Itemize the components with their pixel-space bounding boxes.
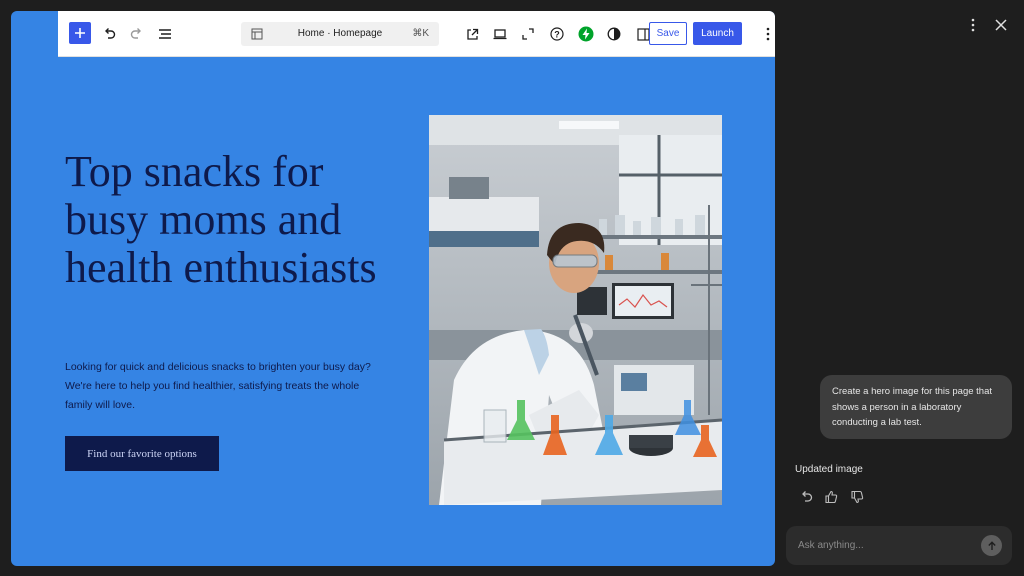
arrow-up-icon [987, 540, 996, 550]
svg-text:?: ? [554, 29, 560, 39]
undo-response-button[interactable] [798, 489, 814, 505]
performance-button[interactable] [574, 22, 598, 46]
bolt-icon [578, 26, 594, 42]
hero-description[interactable]: Looking for quick and delicious snacks t… [65, 358, 375, 415]
save-button[interactable]: Save [649, 22, 687, 45]
close-assistant-button[interactable] [993, 17, 1009, 33]
editor-toolbar: Home · Homepage ⌘K ? Save Launch [58, 11, 775, 57]
assistant-options-button[interactable] [965, 17, 981, 33]
redo-icon [130, 28, 141, 39]
send-message-button[interactable] [981, 535, 1002, 556]
more-vertical-icon [766, 27, 770, 41]
view-site-button[interactable] [460, 22, 484, 46]
help-icon: ? [550, 27, 564, 41]
assistant-response-label: Updated image [795, 464, 863, 475]
add-block-button[interactable] [69, 22, 91, 44]
expand-icon [522, 28, 534, 40]
device-preview-button[interactable] [488, 22, 512, 46]
plus-icon [75, 28, 85, 38]
close-icon [995, 19, 1007, 31]
hero-cta-button[interactable]: Find our favorite options [65, 436, 219, 471]
user-message-bubble: Create a hero image for this page that s… [820, 375, 1012, 439]
hero-heading[interactable]: Top snacks for busy moms and health enth… [65, 148, 385, 292]
hero-image[interactable] [429, 115, 722, 505]
more-vertical-icon [971, 18, 975, 32]
editor-frame: Home · Homepage ⌘K ? Save Launch Top sna… [11, 11, 775, 566]
undo-icon [105, 28, 116, 39]
laboratory-scene-illustration [429, 115, 722, 505]
contrast-icon [607, 27, 621, 41]
document-title: Home · Homepage [297, 28, 383, 39]
redo-button[interactable] [125, 22, 149, 46]
list-view-icon [159, 29, 171, 39]
thumbs-down-icon [851, 490, 864, 504]
undo-button[interactable] [97, 22, 121, 46]
fullscreen-button[interactable] [516, 22, 540, 46]
contrast-toggle-button[interactable] [602, 22, 626, 46]
thumbs-down-button[interactable] [849, 489, 865, 505]
laptop-icon [493, 29, 507, 40]
thumbs-up-icon [825, 490, 838, 504]
undo-icon [802, 491, 813, 502]
thumbs-up-button[interactable] [823, 489, 839, 505]
launch-button[interactable]: Launch [693, 22, 742, 45]
external-link-icon [466, 28, 478, 40]
assistant-chat-input[interactable] [798, 537, 968, 553]
document-overview-button[interactable] [153, 22, 177, 46]
sidebar-toggle-icon [636, 27, 650, 41]
document-bar[interactable]: Home · Homepage ⌘K [241, 22, 439, 46]
assistant-input-container [786, 526, 1012, 565]
command-palette-shortcut: ⌘K [412, 28, 429, 39]
options-menu-button[interactable] [756, 22, 775, 46]
help-button[interactable]: ? [545, 22, 569, 46]
